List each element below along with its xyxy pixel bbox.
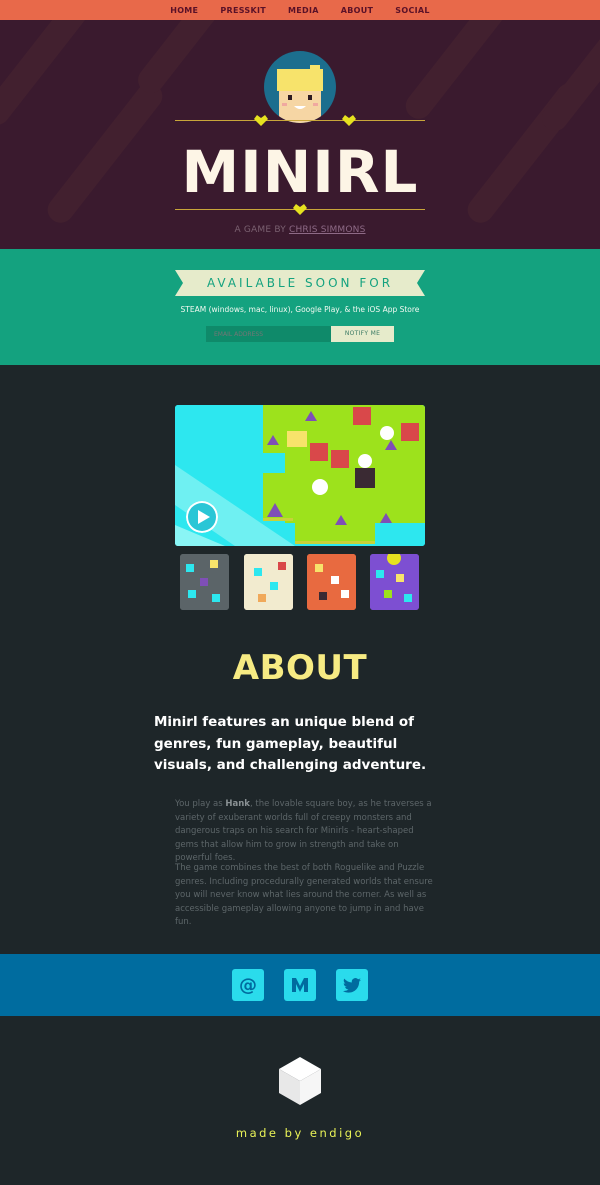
endigo-cube-logo[interactable] — [278, 1056, 322, 1106]
hero-name: Hank — [225, 799, 250, 809]
divider-top — [175, 120, 425, 121]
email-field[interactable] — [206, 326, 331, 342]
media-about-section: ABOUT Minirl features an unique blend of… — [0, 365, 600, 954]
decor-stripe — [132, 20, 228, 99]
nav-presskit[interactable]: PRESSKIT — [209, 6, 277, 15]
author-link[interactable]: CHRIS SIMMONS — [289, 225, 366, 235]
about-paragraph-2: The game combines the best of both Rogue… — [175, 863, 433, 927]
game-title: MINIRL — [181, 138, 419, 206]
byline-prefix: A GAME BY — [234, 225, 286, 235]
medium-icon[interactable] — [284, 969, 316, 1001]
hero: MINIRL A GAME BY CHRIS SIMMONS — [0, 20, 600, 249]
heart-icon — [293, 204, 307, 215]
nav-about[interactable]: ABOUT — [330, 6, 385, 15]
nav-media[interactable]: MEDIA — [277, 6, 330, 15]
thumbnail-orange[interactable] — [307, 554, 356, 610]
social-bar: @ — [0, 954, 600, 1016]
nav-home[interactable]: HOME — [159, 6, 209, 15]
thumbnail-purple[interactable] — [370, 554, 419, 610]
heart-icon — [342, 115, 356, 126]
availability-section: AVAILABLE SOON FOR STEAM (windows, mac, … — [0, 249, 600, 365]
thumbnail-image — [180, 554, 229, 610]
decor-stripe — [536, 20, 600, 137]
hank-avatar — [264, 51, 336, 123]
decor-stripe — [400, 20, 520, 125]
at-icon[interactable]: @ — [232, 969, 264, 1001]
medium-logo — [292, 978, 308, 992]
top-nav: HOME PRESSKIT MEDIA ABOUT SOCIAL — [0, 0, 600, 20]
about-heading: ABOUT — [232, 648, 368, 688]
thumbnail-image — [244, 554, 293, 610]
byline: A GAME BY CHRIS SIMMONS — [0, 225, 600, 235]
available-banner-text: AVAILABLE SOON FOR — [206, 276, 394, 290]
thumbnail-cream[interactable] — [244, 554, 293, 610]
decor-stripe — [0, 20, 92, 131]
notify-button[interactable]: NOTIFY ME — [331, 326, 394, 342]
platforms-text: STEAM (windows, mac, linux), Google Play… — [180, 305, 420, 314]
thumbnail-dark[interactable] — [180, 554, 229, 610]
made-by-credit[interactable]: made by endigo — [0, 1126, 600, 1140]
nav-social[interactable]: SOCIAL — [384, 6, 441, 15]
about-paragraph-1: You play as Hank, the lovable square boy… — [175, 799, 432, 863]
play-icon[interactable] — [186, 501, 218, 533]
twitter-icon[interactable] — [336, 969, 368, 1001]
thumbnail-image — [307, 554, 356, 610]
heart-icon — [254, 115, 268, 126]
footer: made by endigo — [0, 1016, 600, 1184]
about-lead: Minirl features an unique blend of genre… — [154, 714, 427, 773]
thumbnail-image — [370, 554, 419, 610]
twitter-bird — [343, 977, 361, 993]
hank-face-icon — [277, 65, 323, 123]
